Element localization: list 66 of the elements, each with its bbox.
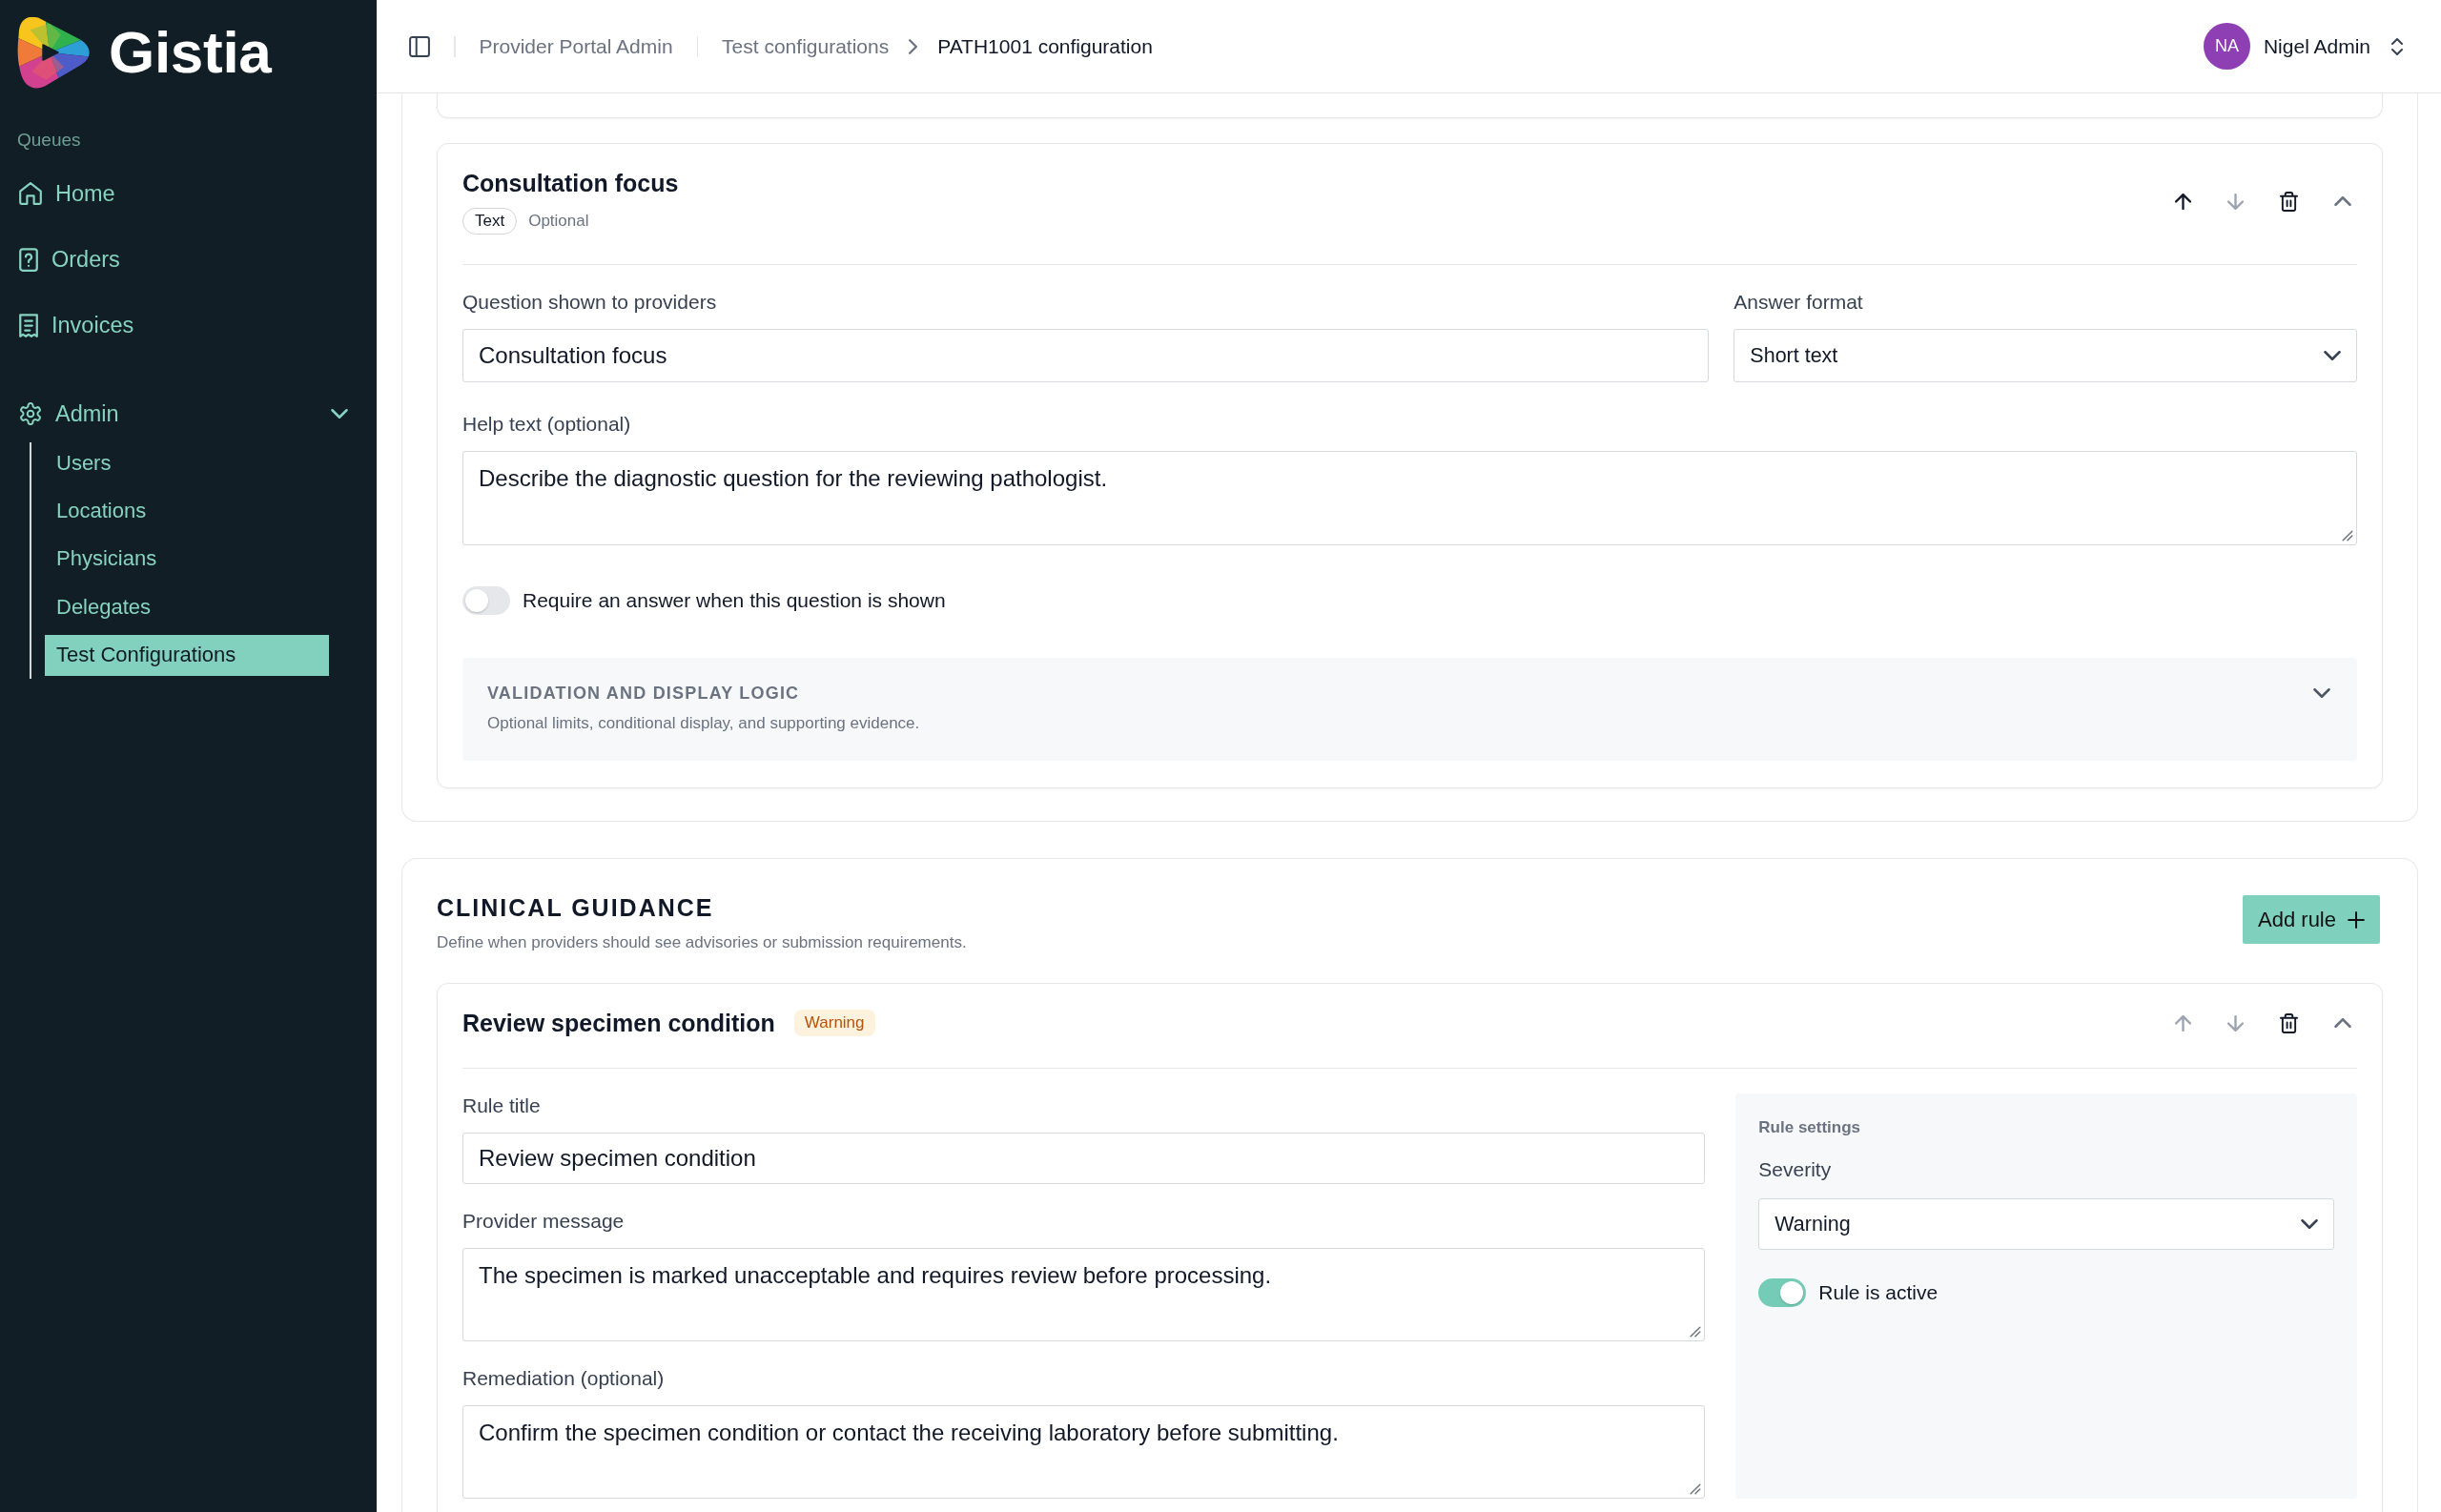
sidebar-toggle-icon[interactable]	[409, 35, 430, 57]
logo-icon	[17, 15, 92, 90]
severity-select[interactable]: Warning	[1758, 1198, 2334, 1250]
nav-subitem[interactable]: Physicians	[45, 538, 329, 580]
user-avatar[interactable]: NA	[2203, 23, 2250, 70]
trash-icon[interactable]	[2280, 1012, 2298, 1033]
nav-item[interactable]: Home	[17, 171, 348, 216]
nav-subitem[interactable]: Delegates	[45, 586, 329, 628]
breadcrumb-link[interactable]: Provider Portal Admin	[479, 34, 673, 58]
resize-grip-icon[interactable]	[2342, 530, 2353, 541]
nav-item[interactable]: Orders	[17, 236, 348, 282]
nav-item[interactable]: Admin	[17, 391, 348, 437]
field-label: Provider message	[462, 1209, 626, 1234]
field-label: Remediation (optional)	[462, 1366, 666, 1391]
nav-item[interactable]: Invoices	[17, 302, 348, 348]
provider-message-field[interactable]: The specimen is marked unacceptable and requires review before processing.	[462, 1248, 1706, 1341]
chevron-down-icon	[331, 409, 348, 419]
field-label: Rule title	[462, 1093, 542, 1118]
resize-grip-icon[interactable]	[1690, 1483, 1702, 1495]
nav-subitem[interactable]: Users	[45, 442, 329, 483]
section-description: Define when providers should see advisories or submission requirements.	[437, 932, 968, 953]
toggle-label: Require an answer when this question is shown	[523, 589, 946, 612]
receipt-icon	[19, 313, 38, 337]
home-icon	[19, 182, 42, 205]
chevron-up-down-icon[interactable]	[2391, 37, 2403, 55]
logic-panel-title: VALIDATION AND DISPLAY LOGIC	[487, 683, 801, 704]
rule-title-input[interactable]: Review specimen condition	[462, 1133, 1706, 1184]
chevron-up-icon[interactable]	[2334, 196, 2351, 206]
nav-subitem[interactable]: Test Configurations	[45, 634, 329, 676]
brand-name: Gistia	[109, 23, 272, 82]
chevron-down-icon	[2301, 1219, 2318, 1229]
document-question-icon	[19, 247, 38, 272]
chevron-up-icon[interactable]	[2334, 1018, 2351, 1028]
severity-badge: Warning	[793, 1010, 875, 1036]
trash-icon[interactable]	[2280, 191, 2298, 212]
arrow-up-icon[interactable]	[2175, 193, 2191, 210]
gear-icon	[19, 402, 42, 425]
field-label: Answer format	[1733, 290, 1864, 315]
plus-icon	[2348, 910, 2365, 929]
require-answer-toggle[interactable]	[462, 586, 510, 615]
requirement-label: Optional	[528, 212, 589, 231]
settings-heading: Rule settings	[1758, 1117, 1862, 1138]
logic-panel[interactable]: VALIDATION AND DISPLAY LOGIC Optional limits, conditional display, and supporting evidence.	[462, 658, 2357, 761]
help-text-field[interactable]: Describe the diagnostic question for the reviewing pathologist.	[462, 451, 2357, 545]
field-label: Severity	[1758, 1157, 1833, 1182]
nav-subitem[interactable]: Locations	[45, 490, 329, 532]
section-label: Queues	[17, 130, 82, 151]
question-title: Consultation focus	[462, 169, 679, 198]
question-input[interactable]: Consultation focus	[462, 329, 1710, 382]
add-rule-button[interactable]: Add rule	[2243, 895, 2380, 944]
chevron-down-icon[interactable]	[2313, 688, 2330, 698]
answer-format-select[interactable]: Short text	[1733, 329, 2357, 382]
field-label: Question shown to providers	[462, 290, 718, 315]
logic-panel-subtitle: Optional limits, conditional display, and supporting evidence.	[487, 713, 921, 734]
breadcrumb-link[interactable]: Test configurations	[722, 34, 890, 58]
toggle-label: Rule is active	[1818, 1281, 1938, 1304]
field-label: Help text (optional)	[462, 412, 632, 437]
resize-grip-icon[interactable]	[1690, 1326, 1702, 1338]
chevron-right-icon	[909, 38, 918, 54]
section-title: CLINICAL GUIDANCE	[437, 893, 715, 922]
rule-title: Review specimen condition	[462, 1009, 775, 1038]
remediation-field[interactable]: Confirm the specimen condition or contact the receiving laboratory before submitting.	[462, 1405, 1706, 1499]
user-name[interactable]: Nigel Admin	[2263, 34, 2370, 58]
rule-active-toggle[interactable]	[1758, 1278, 1807, 1307]
current-page-title: PATH1001 configuration	[937, 34, 1153, 58]
chevron-down-icon	[2324, 351, 2341, 360]
